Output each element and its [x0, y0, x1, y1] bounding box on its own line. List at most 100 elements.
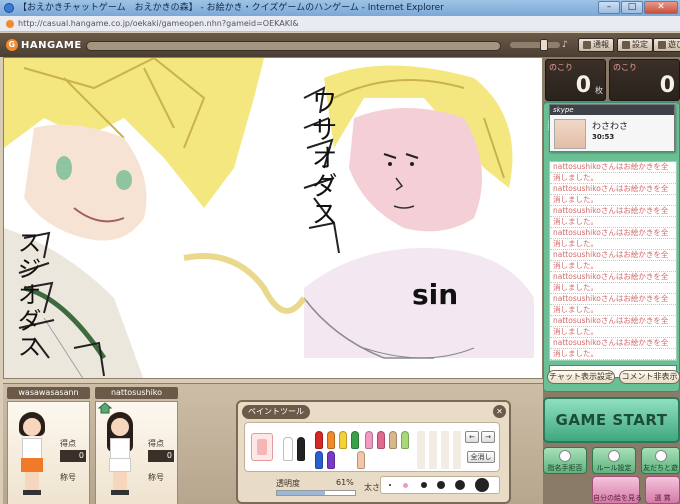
brush-size-6[interactable]: [475, 478, 489, 492]
maximize-button[interactable]: □: [621, 1, 643, 14]
window-controls: – □ ✕: [598, 1, 678, 14]
brush-size-2[interactable]: [403, 482, 408, 488]
pen-yellow[interactable]: [339, 431, 347, 449]
redo-button[interactable]: →: [481, 431, 495, 443]
clear-all-button[interactable]: 全消し: [467, 451, 495, 463]
url-field[interactable]: http://casual.hangame.co.jp/oekaki/gameo…: [4, 18, 424, 30]
player-avatar-1: [13, 412, 53, 498]
opacity-slider[interactable]: [276, 490, 356, 496]
chat-message: 消しました。: [550, 173, 676, 184]
comment-hide-button[interactable]: コメント非表示: [619, 370, 680, 384]
chat-message: nattosushikoさんはお絵かきを全: [550, 272, 676, 283]
canvas-text-sin: sin: [412, 278, 459, 311]
chat-message: 消しました。: [550, 283, 676, 294]
brush-size-3[interactable]: [421, 482, 427, 488]
volume-knob[interactable]: [540, 39, 548, 51]
opacity-label: 透明度: [276, 479, 300, 488]
report-button[interactable]: 通報: [578, 38, 614, 52]
pen-peach[interactable]: [357, 451, 365, 469]
play-icon: [658, 41, 666, 49]
play-with-friends-button[interactable]: 友だちと遊: [641, 447, 680, 474]
pen-tan[interactable]: [389, 431, 397, 449]
brush-size-5[interactable]: [455, 480, 465, 490]
chat-message: nattosushikoさんはお絵かきを全: [550, 338, 676, 349]
canvas-text-wasaodasu: ワサオダス: [307, 88, 337, 228]
canvas-drawing: [4, 58, 534, 378]
volume-slider[interactable]: [510, 39, 560, 51]
settings-button[interactable]: 設定: [617, 38, 653, 52]
reject-nomination-button[interactable]: 指名手拒否: [543, 447, 587, 474]
pen-red[interactable]: [315, 431, 323, 449]
pen-slots-empty: [417, 431, 465, 469]
close-window-button[interactable]: ✕: [644, 1, 678, 14]
play-button[interactable]: 遊び: [653, 38, 680, 52]
hangame-logo-icon: G: [6, 39, 18, 51]
reject-icon: [559, 450, 571, 462]
undo-button[interactable]: ←: [465, 431, 479, 443]
chat-message: nattosushikoさんはお絵かきを全: [550, 250, 676, 261]
player-card-2[interactable]: 得点 0 称号: [95, 401, 178, 504]
remaining-time-box: のこり 0: [609, 59, 680, 101]
opacity-slider-fill: [277, 491, 325, 495]
pen-white[interactable]: [283, 437, 293, 461]
pen-orange[interactable]: [327, 431, 335, 449]
skype-logo: skype: [553, 106, 574, 114]
pen-palette: ← → 全消し: [244, 422, 500, 472]
close-icon[interactable]: ✕: [493, 405, 506, 418]
remaining-sheets-count: 0: [575, 73, 591, 98]
hangame-logo: G HANGAME: [6, 38, 82, 52]
eraser-tool[interactable]: [251, 433, 273, 461]
speaker-icon[interactable]: ♪: [562, 40, 572, 50]
player-name-2: nattosushiko: [95, 387, 178, 399]
pen-rose[interactable]: [377, 431, 385, 449]
report-icon: [583, 41, 591, 49]
skype-popup[interactable]: skype わさわさ 30:53: [549, 104, 675, 152]
drawing-canvas[interactable]: sin ワサオダス スジオダス: [3, 57, 543, 379]
minimize-button[interactable]: –: [598, 1, 620, 14]
url-text: http://casual.hangame.co.jp/oekaki/gameo…: [18, 19, 299, 28]
pen-green[interactable]: [351, 431, 359, 449]
chat-message: 消しました。: [550, 217, 676, 228]
chat-message: nattosushikoさんはお絵かきを全: [550, 228, 676, 239]
pen-pink[interactable]: [365, 431, 373, 449]
logo-text: HANGAME: [21, 39, 82, 51]
pen-blue[interactable]: [315, 451, 323, 469]
chat-message: nattosushikoさんはお絵かきを全: [550, 294, 676, 305]
site-icon: [6, 20, 14, 28]
rules-icon: [608, 450, 620, 462]
skype-bar: skype: [550, 105, 674, 115]
paint-tool-title: ペイントツール: [242, 405, 310, 419]
pen-purple[interactable]: [327, 451, 335, 469]
chat-message: 消しました。: [550, 195, 676, 206]
chat-message: 消しました。: [550, 327, 676, 338]
opacity-value: 61%: [336, 478, 354, 487]
avatar: [554, 119, 586, 149]
chat-log[interactable]: nattosushikoさんはお絵かきを全 消しました。 nattosushikoさ…: [549, 161, 677, 361]
round-progress-bar: [86, 41, 501, 51]
chat-message: 消しました。: [550, 349, 676, 360]
friends-icon: [654, 450, 667, 462]
remaining-time-count: 0: [659, 73, 675, 98]
window-title-bar: 【おえかきチャットゲーム おえかきの森】 - お絵かき・クイズゲームのハンゲーム…: [0, 0, 680, 16]
eraser-icon: [257, 439, 267, 455]
pen-lightgreen[interactable]: [401, 431, 409, 449]
select-award-button[interactable]: 選 賞: [645, 476, 680, 504]
pen-black[interactable]: [297, 437, 305, 461]
chat-display-settings-button[interactable]: チャット表示設定: [547, 370, 615, 384]
brush-size-1[interactable]: [389, 484, 391, 486]
address-bar: http://casual.hangame.co.jp/oekaki/gameo…: [0, 16, 680, 32]
ie-icon: [4, 3, 14, 13]
skype-call-time: 30:53: [592, 133, 615, 141]
rule-settings-button[interactable]: ルール設定: [592, 447, 636, 474]
view-my-picture-button[interactable]: 自分の絵を見る: [592, 476, 642, 504]
game-header: G HANGAME ♪ 通報 設定 遊び: [0, 33, 680, 57]
game-start-button[interactable]: GAME START: [543, 397, 680, 443]
brush-size-selector[interactable]: [380, 476, 500, 494]
window-title: 【おえかきチャットゲーム おえかきの森】 - お絵かき・クイズゲームのハンゲーム…: [18, 3, 444, 13]
brush-size-4[interactable]: [437, 481, 445, 489]
gear-icon: [622, 41, 630, 49]
player-name-1: wasawasasann: [7, 387, 90, 399]
player-card-1[interactable]: 得点 0 称号: [7, 401, 90, 504]
player-score-2: 0: [148, 450, 174, 462]
canvas-text-sujiodasu: スジオダス: [13, 230, 41, 360]
